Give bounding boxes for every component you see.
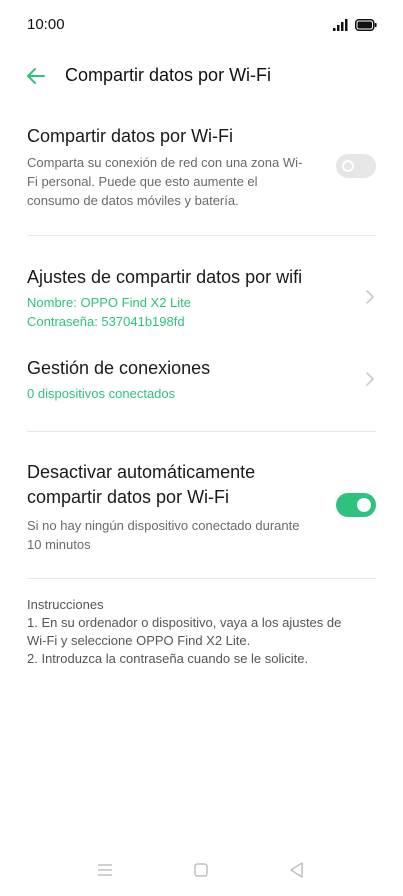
hotspot-description: Comparta su conexión de red con una zona…: [27, 155, 303, 208]
chevron-right-icon: [365, 371, 375, 387]
auto-off-description-line1: Si no hay ningún dispositivo conectado d…: [27, 518, 300, 533]
divider: [27, 235, 376, 236]
instructions-step1-line2: Wi-Fi y seleccione OPPO Find X2 Lite.: [27, 633, 251, 648]
settings-name: Nombre: OPPO Find X2 Lite: [27, 295, 192, 310]
toggle-knob: [357, 498, 371, 512]
arrow-left-icon[interactable]: [24, 64, 48, 88]
back-triangle-icon[interactable]: [285, 858, 309, 882]
auto-off-toggle[interactable]: [336, 493, 376, 517]
hotspot-title: Compartir datos por Wi-Fi: [27, 126, 234, 146]
instructions: Instrucciones 1. En su ordenador o dispo…: [27, 596, 367, 668]
divider: [27, 431, 376, 432]
battery-icon: [355, 18, 377, 36]
menu-icon[interactable]: [93, 858, 117, 882]
instructions-heading: Instrucciones: [27, 597, 104, 612]
instructions-step1-line1: 1. En su ordenador o dispositivo, vaya a…: [27, 615, 342, 630]
auto-off-title-line2: compartir datos por Wi-Fi: [27, 487, 230, 507]
connections-row[interactable]: Gestión de conexiones 0 dispositivos con…: [27, 356, 376, 403]
hotspot-row[interactable]: Compartir datos por Wi-Fi Comparta su co…: [27, 124, 376, 210]
auto-off-row[interactable]: Desactivar automáticamente compartir dat…: [27, 460, 376, 554]
hotspot-settings-row[interactable]: Ajustes de compartir datos por wifi Nomb…: [27, 265, 376, 331]
connections-subtitle: 0 dispositivos conectados: [27, 386, 176, 401]
instructions-step2: 2. Introduzca la contraseña cuando se le…: [27, 651, 309, 666]
home-square-icon[interactable]: [189, 858, 213, 882]
settings-password: Contraseña: 537041b198fd: [27, 314, 185, 329]
auto-off-description-line2: 10 minutos: [27, 537, 91, 552]
page-title: Compartir datos por Wi-Fi: [65, 65, 272, 85]
signal-icon: [333, 18, 349, 36]
status-time: 10:00: [27, 16, 65, 33]
system-nav-bar: [0, 846, 403, 896]
hotspot-toggle[interactable]: [336, 154, 376, 178]
settings-title: Ajustes de compartir datos por wifi: [27, 267, 303, 287]
auto-off-title-line1: Desactivar automáticamente: [27, 462, 256, 482]
screen: 10:00 Compartir datos por Wi-Fi Comparti…: [0, 0, 403, 896]
app-bar: Compartir datos por Wi-Fi: [0, 56, 403, 96]
status-icons: [333, 18, 377, 36]
connections-title: Gestión de conexiones: [27, 358, 211, 378]
chevron-right-icon: [365, 289, 375, 305]
toggle-knob: [342, 160, 354, 172]
divider: [27, 578, 376, 579]
status-bar: 10:00: [0, 0, 403, 52]
